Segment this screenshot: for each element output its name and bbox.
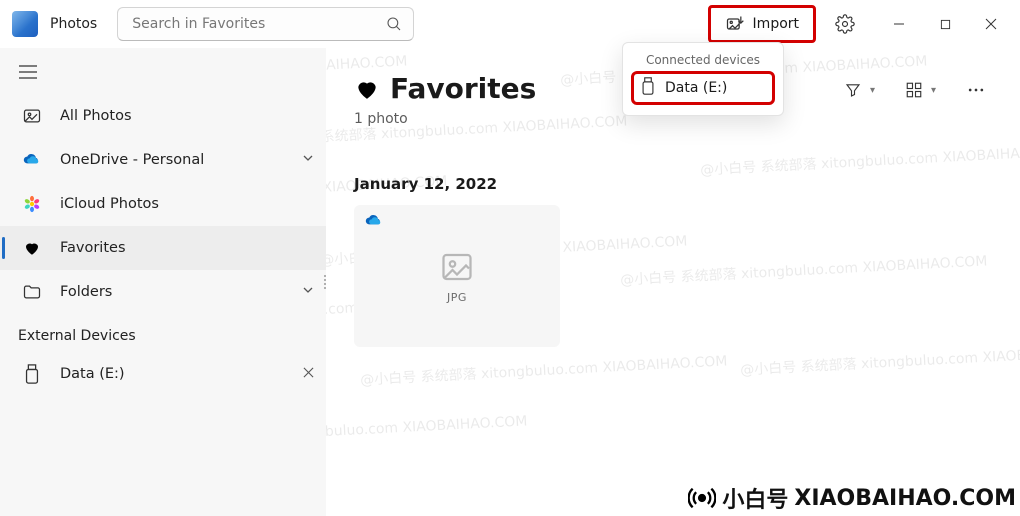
cloud-sync-icon — [364, 213, 384, 232]
hamburger-icon — [19, 65, 37, 79]
page-subtitle: 1 photo — [354, 111, 536, 127]
onedrive-icon — [22, 153, 42, 167]
gear-icon — [835, 14, 855, 34]
photo-thumbnail[interactable]: JPG — [354, 205, 560, 347]
photos-icon — [22, 106, 42, 126]
close-button[interactable] — [968, 7, 1014, 41]
import-button[interactable]: Import — [710, 7, 814, 41]
sidebar-item-label: iCloud Photos — [60, 196, 159, 212]
chevron-down-icon: ▾ — [870, 85, 875, 96]
sidebar-item-label: OneDrive - Personal — [60, 152, 204, 168]
broadcast-icon — [688, 484, 716, 512]
nav-toggle-button[interactable] — [8, 54, 48, 90]
icloud-icon — [22, 195, 42, 213]
import-icon — [725, 14, 745, 34]
titlebar: Photos Import — [0, 0, 1020, 48]
main-content: Connected devices Data (E:) Favorites 1 … — [326, 48, 1020, 516]
sidebar-item-folders[interactable]: Folders — [0, 270, 326, 314]
sidebar-item-label: Folders — [60, 284, 112, 300]
settings-button[interactable] — [826, 7, 864, 41]
filter-button[interactable]: ▾ — [838, 74, 881, 106]
sidebar-item-external-drive[interactable]: Data (E:) — [0, 352, 326, 396]
minimize-button[interactable] — [876, 7, 922, 41]
watermark-cn: 小白号 — [722, 482, 788, 514]
import-label: Import — [753, 16, 799, 32]
chevron-down-icon: ▾ — [931, 85, 936, 96]
search-input[interactable] — [132, 16, 385, 32]
search-box[interactable] — [117, 7, 414, 41]
window-controls — [876, 7, 1014, 41]
file-extension-label: JPG — [447, 291, 467, 304]
sidebar-item-label: Favorites — [60, 240, 126, 256]
device-label: Data (E:) — [665, 80, 727, 96]
app-logo-icon — [12, 11, 38, 37]
sidebar-item-label: All Photos — [60, 108, 132, 124]
sidebar-section-external: External Devices — [0, 314, 326, 352]
connected-devices-title: Connected devices — [633, 53, 773, 67]
sidebar-item-onedrive[interactable]: OneDrive - Personal — [0, 138, 326, 182]
view-layout-button[interactable]: ▾ — [899, 74, 942, 106]
chevron-down-icon — [302, 284, 314, 300]
watermark-en: XIAOBAIHAO.COM — [794, 486, 1016, 511]
page-title: Favorites — [390, 72, 536, 105]
sidebar-item-favorites[interactable]: Favorites — [0, 226, 326, 270]
heart-icon — [22, 239, 42, 257]
sidebar-item-icloud[interactable]: iCloud Photos — [0, 182, 326, 226]
grid-icon — [905, 81, 923, 99]
usb-drive-icon — [22, 364, 42, 384]
folder-icon — [22, 282, 42, 302]
sidebar: All Photos OneDrive - Personal iCloud Ph… — [0, 48, 326, 516]
image-placeholder-icon — [439, 249, 475, 285]
sidebar-item-all-photos[interactable]: All Photos — [0, 94, 326, 138]
ellipsis-icon — [966, 80, 986, 100]
app-title: Photos — [50, 16, 97, 32]
more-button[interactable] — [960, 74, 992, 106]
connected-devices-popover: Connected devices Data (E:) — [622, 42, 784, 116]
date-group-header: January 12, 2022 — [354, 175, 992, 193]
watermark: 小白号 XIAOBAIHAO.COM — [688, 482, 1016, 514]
eject-drive-button[interactable] — [303, 367, 314, 382]
chevron-down-icon — [302, 152, 314, 168]
device-entry[interactable]: Data (E:) — [633, 73, 773, 103]
usb-drive-icon — [641, 77, 655, 99]
maximize-button[interactable] — [922, 7, 968, 41]
search-icon — [385, 15, 403, 33]
heart-icon — [354, 76, 380, 102]
filter-icon — [844, 81, 862, 99]
sidebar-item-label: Data (E:) — [60, 366, 125, 382]
